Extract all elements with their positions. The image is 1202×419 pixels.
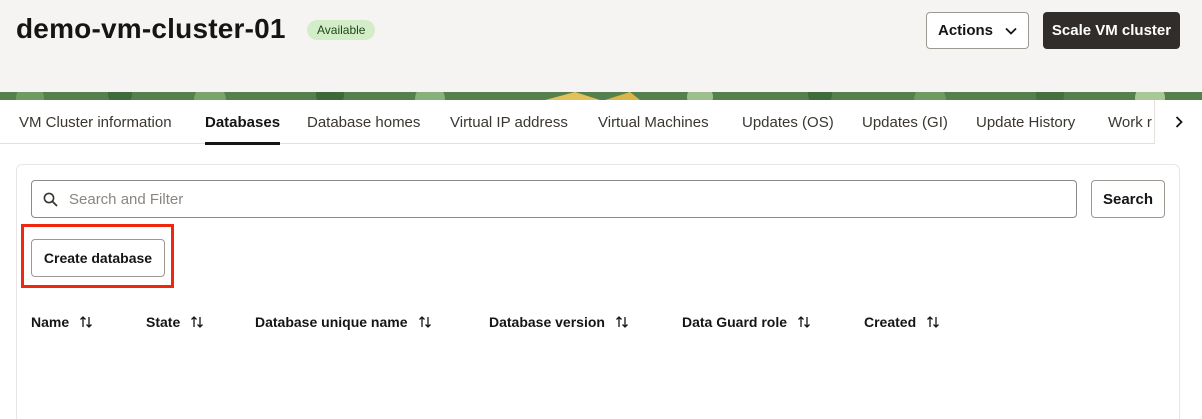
column-header-label: Data Guard role [682,314,788,330]
column-header-label: Name [31,314,70,330]
search-input[interactable] [69,181,1069,217]
sort-icon [418,316,431,328]
status-badge: Available [307,20,376,40]
chevron-down-icon [1005,27,1017,35]
sort-icon [798,316,810,328]
actions-button-label: Actions [937,22,993,39]
sort-icon [80,316,93,328]
sort-icon [615,316,628,328]
tab-virtual-machines[interactable]: Virtual Machines [598,100,709,144]
tab-updates-os[interactable]: Updates (OS) [742,100,834,144]
column-header-label: Database unique name [255,314,408,330]
search-button[interactable]: Search [1091,180,1165,218]
tab-updates-gi[interactable]: Updates (GI) [862,100,948,144]
page-header: demo-vm-cluster-01 Available Actions Sca… [0,0,1202,92]
sort-icon [927,316,940,328]
column-header-label: State [146,314,181,330]
column-header-label: Created [864,314,917,330]
create-database-button[interactable]: Create database [31,239,165,277]
tab-vm-cluster-information[interactable]: VM Cluster information [19,100,172,144]
chevron-right-icon [1175,116,1183,128]
tab-virtual-ip-address[interactable]: Virtual IP address [450,100,568,144]
column-header-data-guard-role[interactable]: Data Guard role [682,312,811,332]
sort-icon [191,316,204,328]
decorative-banner [0,92,1202,100]
page-title: demo-vm-cluster-01 [16,13,286,44]
column-header-label: Database version [489,314,605,330]
column-header-database-unique-name[interactable]: Database unique name [255,312,432,332]
column-header-created[interactable]: Created [864,312,940,332]
actions-button[interactable]: Actions [926,12,1029,49]
tab-overflow-clip: Work r [1108,100,1158,143]
column-header-name[interactable]: Name [31,312,93,332]
tab-scroll-right-button[interactable] [1154,100,1202,144]
column-header-database-version[interactable]: Database version [489,312,629,332]
tab-bar: VM Cluster information Databases Databas… [0,100,1202,145]
tab-database-homes[interactable]: Database homes [307,100,420,144]
scale-vm-cluster-button[interactable]: Scale VM cluster [1043,12,1180,49]
search-field[interactable] [31,180,1077,218]
tab-work-requests[interactable]: Work r [1108,100,1152,143]
tab-update-history[interactable]: Update History [976,100,1075,144]
tab-databases[interactable]: Databases [205,100,281,145]
column-header-state[interactable]: State [146,312,204,332]
search-icon [43,192,58,207]
